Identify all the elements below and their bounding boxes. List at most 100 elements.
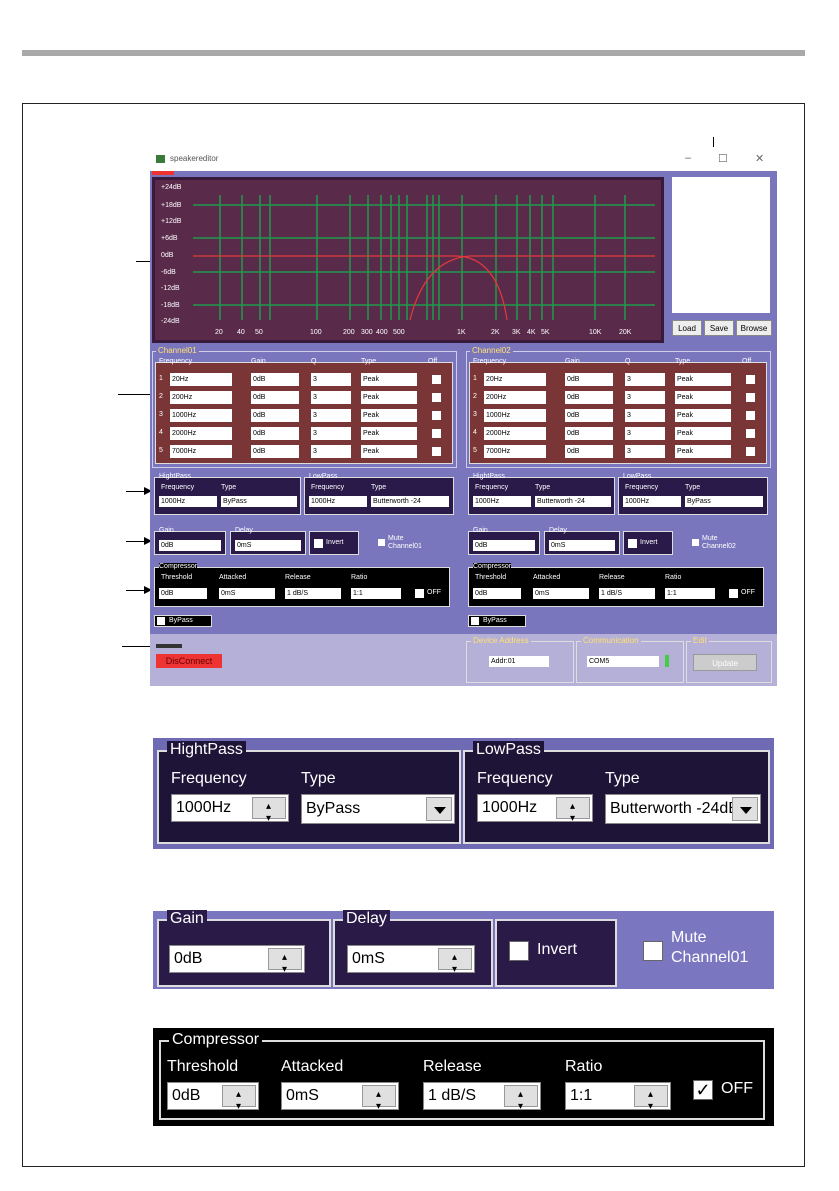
bypass-checkbox[interactable] <box>471 617 479 625</box>
eq-q-field[interactable]: 3 <box>625 391 665 404</box>
preset-list[interactable] <box>672 177 770 313</box>
dropdown-arrow-icon[interactable] <box>732 797 758 821</box>
communication-select[interactable]: COM5 <box>587 656 659 667</box>
bypass-checkbox[interactable] <box>157 617 165 625</box>
eq-q-field[interactable]: 3 <box>625 427 665 440</box>
hightpass-type-select[interactable]: ByPass <box>221 496 297 507</box>
menu-tab[interactable] <box>152 171 174 175</box>
maximize-icon[interactable]: ☐ <box>718 152 728 165</box>
eq-frequency-field[interactable]: 20Hz <box>484 373 546 386</box>
eq-type-select[interactable]: Peak <box>361 409 417 422</box>
attacked-stepper[interactable]: 0mS <box>281 1082 399 1120</box>
hightpass-frequency-stepper[interactable]: 1000Hz <box>473 496 531 507</box>
eq-type-select[interactable]: Peak <box>675 445 731 458</box>
minimize-icon[interactable]: – <box>685 152 691 164</box>
eq-type-select[interactable]: Peak <box>361 373 417 386</box>
eq-gain-field[interactable]: 0dB <box>251 373 299 386</box>
lowpass-type-select[interactable]: Butterworth -24dB <box>605 794 761 824</box>
lowpass-type-select[interactable]: Butterworth -24 <box>371 496 449 507</box>
eq-frequency-field[interactable]: 2000Hz <box>484 427 546 440</box>
attacked-stepper[interactable]: 0mS <box>533 588 589 599</box>
eq-frequency-field[interactable]: 7000Hz <box>170 445 232 458</box>
delay-stepper[interactable]: 0mS <box>549 540 615 551</box>
stepper-arrows-icon[interactable] <box>634 1082 668 1120</box>
eq-gain-field[interactable]: 0dB <box>565 445 613 458</box>
eq-type-select[interactable]: Peak <box>675 409 731 422</box>
stepper-arrows-icon[interactable] <box>222 1082 256 1120</box>
dropdown-arrow-icon[interactable] <box>426 797 452 821</box>
eq-type-select[interactable]: Peak <box>675 373 731 386</box>
load-button[interactable]: Load <box>672 320 702 336</box>
close-icon[interactable]: ✕ <box>755 152 764 165</box>
stepper-arrows-icon[interactable] <box>504 1082 538 1120</box>
threshold-stepper[interactable]: 0dB <box>473 588 521 599</box>
ratio-stepper[interactable]: 1:1 <box>665 588 715 599</box>
eq-frequency-field[interactable]: 1000Hz <box>170 409 232 422</box>
gain-stepper[interactable]: 0dB <box>473 540 535 551</box>
mute-checkbox[interactable] <box>643 941 663 961</box>
invert-checkbox[interactable] <box>314 539 323 548</box>
eq-type-select[interactable]: Peak <box>675 391 731 404</box>
delay-stepper[interactable]: 0mS <box>347 945 475 983</box>
lowpass-frequency-stepper[interactable]: 1000Hz <box>623 496 681 507</box>
release-stepper[interactable]: 1 dB/S <box>285 588 341 599</box>
mute-checkbox[interactable] <box>692 539 699 546</box>
release-stepper[interactable]: 1 dB/S <box>423 1082 541 1120</box>
hightpass-frequency-stepper[interactable]: 1000Hz <box>171 794 289 832</box>
stepper-arrows-icon[interactable] <box>556 794 590 832</box>
disconnect-button[interactable]: DisConnect <box>156 654 222 668</box>
eq-q-field[interactable]: 3 <box>311 373 351 386</box>
eq-type-select[interactable]: Peak <box>361 445 417 458</box>
eq-gain-field[interactable]: 0dB <box>251 445 299 458</box>
update-button[interactable]: Update <box>693 654 757 671</box>
invert-checkbox[interactable] <box>628 539 637 548</box>
gain-stepper[interactable]: 0dB <box>159 540 221 551</box>
eq-q-field[interactable]: 3 <box>311 427 351 440</box>
eq-off-checkbox[interactable] <box>746 429 755 438</box>
eq-off-checkbox[interactable] <box>746 447 755 456</box>
stepper-arrows-icon[interactable] <box>362 1082 396 1120</box>
hightpass-frequency-stepper[interactable]: 1000Hz <box>159 496 217 507</box>
lowpass-frequency-stepper[interactable]: 1000Hz <box>477 794 593 832</box>
stepper-arrows-icon[interactable] <box>268 945 302 983</box>
eq-off-checkbox[interactable] <box>432 429 441 438</box>
eq-type-select[interactable]: Peak <box>675 427 731 440</box>
save-button[interactable]: Save <box>704 320 734 336</box>
stepper-arrows-icon[interactable] <box>252 794 286 832</box>
hightpass-type-select[interactable]: ByPass <box>301 794 455 824</box>
eq-frequency-field[interactable]: 200Hz <box>170 391 232 404</box>
eq-gain-field[interactable]: 0dB <box>251 427 299 440</box>
mute-checkbox[interactable] <box>378 539 385 546</box>
stepper-arrows-icon[interactable] <box>438 945 472 983</box>
eq-frequency-field[interactable]: 2000Hz <box>170 427 232 440</box>
invert-checkbox[interactable] <box>509 941 529 961</box>
eq-gain-field[interactable]: 0dB <box>565 391 613 404</box>
eq-gain-field[interactable]: 0dB <box>251 409 299 422</box>
eq-gain-field[interactable]: 0dB <box>565 409 613 422</box>
eq-type-select[interactable]: Peak <box>361 391 417 404</box>
hightpass-type-select[interactable]: Butterworth -24 <box>535 496 611 507</box>
eq-q-field[interactable]: 3 <box>625 409 665 422</box>
eq-type-select[interactable]: Peak <box>361 427 417 440</box>
off-checkbox[interactable]: ✓ <box>693 1080 713 1100</box>
eq-off-checkbox[interactable] <box>746 411 755 420</box>
browse-button[interactable]: Browse <box>736 320 772 336</box>
attacked-stepper[interactable]: 0mS <box>219 588 275 599</box>
eq-frequency-field[interactable]: 20Hz <box>170 373 232 386</box>
eq-off-checkbox[interactable] <box>746 393 755 402</box>
eq-frequency-field[interactable]: 7000Hz <box>484 445 546 458</box>
lowpass-type-select[interactable]: ByPass <box>685 496 763 507</box>
eq-q-field[interactable]: 3 <box>311 391 351 404</box>
ratio-stepper[interactable]: 1:1 <box>565 1082 671 1120</box>
gain-stepper[interactable]: 0dB <box>169 945 305 983</box>
off-checkbox[interactable] <box>415 589 424 598</box>
eq-frequency-field[interactable]: 200Hz <box>484 391 546 404</box>
eq-off-checkbox[interactable] <box>432 411 441 420</box>
threshold-stepper[interactable]: 0dB <box>159 588 207 599</box>
release-stepper[interactable]: 1 dB/S <box>599 588 655 599</box>
eq-gain-field[interactable]: 0dB <box>565 427 613 440</box>
eq-off-checkbox[interactable] <box>432 393 441 402</box>
eq-q-field[interactable]: 3 <box>311 409 351 422</box>
eq-q-field[interactable]: 3 <box>625 445 665 458</box>
eq-gain-field[interactable]: 0dB <box>565 373 613 386</box>
